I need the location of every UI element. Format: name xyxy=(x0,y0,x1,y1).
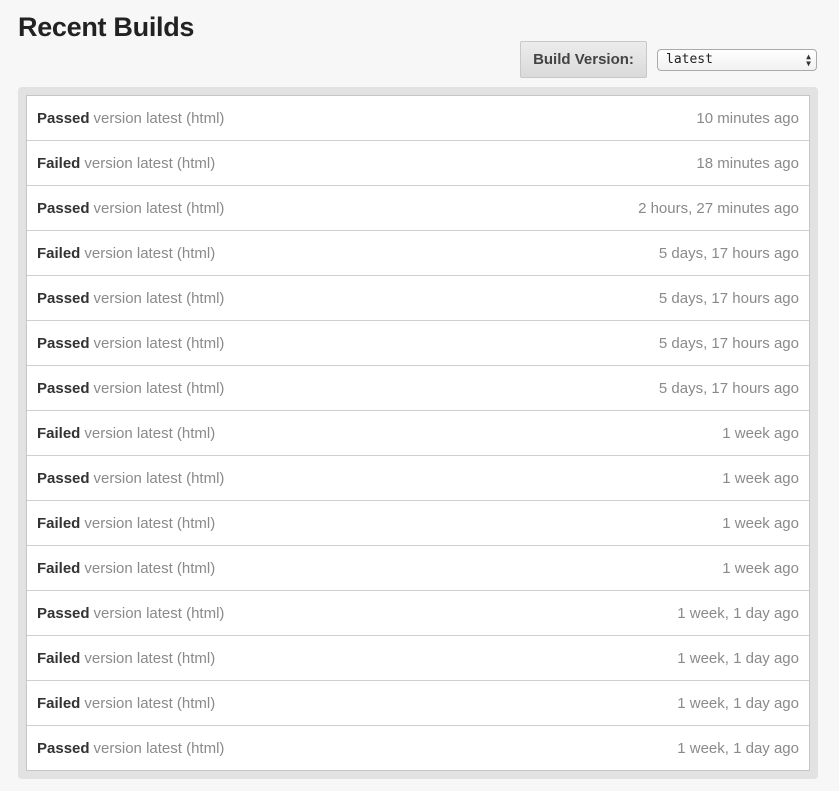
build-summary: Failed version latest (html) xyxy=(37,515,215,532)
build-row[interactable]: Failed version latest (html) 1 week, 1 d… xyxy=(27,635,809,680)
build-summary: Passed version latest (html) xyxy=(37,200,224,217)
build-summary: Passed version latest (html) xyxy=(37,605,224,622)
build-time: 5 days, 17 hours ago xyxy=(658,289,799,307)
build-status: Failed xyxy=(37,154,81,172)
builds-list: Passed version latest (html) 10 minutes … xyxy=(26,95,810,771)
build-description: version latest (html) xyxy=(93,604,225,622)
build-time: 10 minutes ago xyxy=(696,109,799,127)
build-status: Passed xyxy=(37,334,90,352)
build-row[interactable]: Failed version latest (html) 1 week ago xyxy=(27,545,809,590)
build-status: Failed xyxy=(37,649,81,667)
build-row[interactable]: Passed version latest (html) 5 days, 17 … xyxy=(27,275,809,320)
build-time: 5 days, 17 hours ago xyxy=(658,379,799,397)
build-row[interactable]: Passed version latest (html) 10 minutes … xyxy=(27,96,809,140)
build-time: 5 days, 17 hours ago xyxy=(658,244,799,262)
build-version-label[interactable]: Build Version: xyxy=(520,41,647,78)
build-version-select[interactable]: latest ▲ ▼ xyxy=(657,48,817,71)
build-version-selected-value: latest xyxy=(666,52,713,67)
build-summary: Failed version latest (html) xyxy=(37,560,215,577)
build-description: version latest (html) xyxy=(93,109,225,127)
build-status: Failed xyxy=(37,514,81,532)
build-row[interactable]: Failed version latest (html) 5 days, 17 … xyxy=(27,230,809,275)
build-row[interactable]: Failed version latest (html) 18 minutes … xyxy=(27,140,809,185)
build-status: Failed xyxy=(37,244,81,262)
build-description: version latest (html) xyxy=(84,424,216,442)
build-description: version latest (html) xyxy=(84,244,216,262)
build-description: version latest (html) xyxy=(84,154,216,172)
build-row[interactable]: Passed version latest (html) 5 days, 17 … xyxy=(27,320,809,365)
build-time: 18 minutes ago xyxy=(696,154,799,172)
build-time: 2 hours, 27 minutes ago xyxy=(638,199,799,217)
build-summary: Passed version latest (html) xyxy=(37,740,224,757)
build-row[interactable]: Passed version latest (html) 5 days, 17 … xyxy=(27,365,809,410)
build-description: version latest (html) xyxy=(84,559,216,577)
build-summary: Failed version latest (html) xyxy=(37,650,215,667)
build-row[interactable]: Failed version latest (html) 1 week, 1 d… xyxy=(27,680,809,725)
build-summary: Passed version latest (html) xyxy=(37,335,224,352)
build-row[interactable]: Passed version latest (html) 2 hours, 27… xyxy=(27,185,809,230)
build-description: version latest (html) xyxy=(93,334,225,352)
build-status: Failed xyxy=(37,694,81,712)
build-description: version latest (html) xyxy=(93,199,225,217)
build-summary: Failed version latest (html) xyxy=(37,425,215,442)
up-down-chevron-icon: ▲ ▼ xyxy=(806,51,811,68)
build-version-filter: Build Version: latest ▲ ▼ xyxy=(520,41,817,78)
build-summary: Passed version latest (html) xyxy=(37,110,224,127)
build-row[interactable]: Passed version latest (html) 1 week ago xyxy=(27,455,809,500)
build-description: version latest (html) xyxy=(93,289,225,307)
build-time: 1 week ago xyxy=(722,559,799,577)
build-summary: Passed version latest (html) xyxy=(37,290,224,307)
build-description: version latest (html) xyxy=(84,694,216,712)
build-time: 1 week ago xyxy=(722,514,799,532)
build-time: 1 week ago xyxy=(722,424,799,442)
build-summary: Passed version latest (html) xyxy=(37,380,224,397)
build-description: version latest (html) xyxy=(93,739,225,757)
build-summary: Failed version latest (html) xyxy=(37,245,215,262)
build-time: 1 week, 1 day ago xyxy=(677,604,799,622)
build-status: Passed xyxy=(37,469,90,487)
build-description: version latest (html) xyxy=(93,469,225,487)
build-status: Failed xyxy=(37,424,81,442)
build-row[interactable]: Passed version latest (html) 1 week, 1 d… xyxy=(27,590,809,635)
build-row[interactable]: Failed version latest (html) 1 week ago xyxy=(27,500,809,545)
build-time: 1 week ago xyxy=(722,469,799,487)
build-row[interactable]: Passed version latest (html) 1 week, 1 d… xyxy=(27,725,809,770)
build-time: 1 week, 1 day ago xyxy=(677,694,799,712)
build-description: version latest (html) xyxy=(93,379,225,397)
build-time: 1 week, 1 day ago xyxy=(677,649,799,667)
build-status: Passed xyxy=(37,109,90,127)
page-title: Recent Builds xyxy=(18,12,195,42)
build-status: Failed xyxy=(37,559,81,577)
build-status: Passed xyxy=(37,199,90,217)
build-time: 1 week, 1 day ago xyxy=(677,739,799,757)
build-row[interactable]: Failed version latest (html) 1 week ago xyxy=(27,410,809,455)
build-summary: Failed version latest (html) xyxy=(37,695,215,712)
build-description: version latest (html) xyxy=(84,514,216,532)
build-summary: Passed version latest (html) xyxy=(37,470,224,487)
build-status: Passed xyxy=(37,289,90,307)
build-status: Passed xyxy=(37,604,90,622)
build-status: Passed xyxy=(37,379,90,397)
build-status: Passed xyxy=(37,739,90,757)
builds-panel: Passed version latest (html) 10 minutes … xyxy=(18,87,818,779)
build-time: 5 days, 17 hours ago xyxy=(658,334,799,352)
build-summary: Failed version latest (html) xyxy=(37,155,215,172)
build-description: version latest (html) xyxy=(84,649,216,667)
